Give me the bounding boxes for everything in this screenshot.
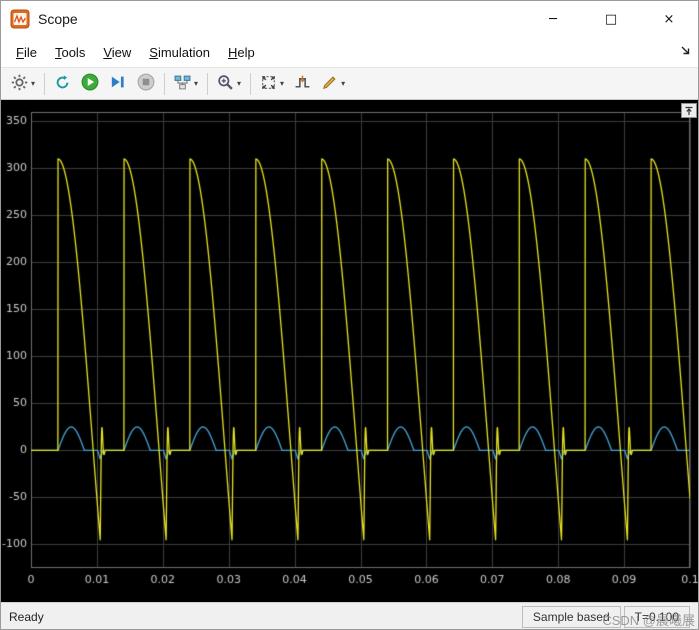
toolbar-separator — [250, 72, 252, 95]
chevron-down-icon: ▾ — [237, 79, 242, 88]
menu-tools-rest: ools — [61, 44, 86, 60]
chevron-down-icon: ▾ — [31, 79, 36, 88]
step-forward-button[interactable] — [104, 71, 132, 97]
chevron-down-icon: ▾ — [280, 79, 285, 88]
stop-button[interactable] — [132, 71, 160, 97]
circular-arrow-icon — [54, 74, 71, 94]
menu-tools[interactable]: Tools — [46, 40, 94, 65]
play-icon — [81, 73, 99, 94]
menu-help[interactable]: Help — [219, 40, 264, 65]
step-forward-icon — [109, 73, 127, 94]
window-controls: ─ □ × — [524, 1, 698, 37]
menu-file-rest: ile — [23, 44, 37, 60]
menu-simulation-key: S — [149, 44, 158, 60]
status-text: Ready — [9, 610, 44, 624]
settings-button[interactable]: ▾ — [6, 71, 40, 97]
flowchart-icon — [174, 74, 191, 94]
dock-arrow-icon[interactable] — [680, 45, 692, 60]
scope-app-icon — [10, 9, 30, 29]
toolbar-separator — [207, 72, 209, 95]
toolbar: ▾ ▾ ▾ ▾ ▾ — [1, 67, 698, 100]
chevron-down-icon: ▾ — [341, 79, 346, 88]
window-title: Scope — [38, 11, 78, 27]
simulation-time-indicator: T=0.100 — [623, 606, 690, 628]
menu-view-rest: iew — [111, 44, 132, 60]
expand-plot-button[interactable] — [681, 103, 697, 118]
menubar: File Tools View Simulation Help — [1, 37, 698, 67]
stepping-options-button[interactable] — [49, 71, 76, 97]
zoom-button[interactable]: ▾ — [212, 71, 246, 97]
fit-view-icon — [260, 74, 277, 94]
menu-view[interactable]: View — [94, 40, 140, 65]
trigger-button[interactable] — [289, 71, 316, 97]
minimize-button[interactable]: ─ — [524, 1, 582, 37]
stop-icon — [137, 73, 155, 94]
plot-area — [1, 100, 698, 602]
menu-simulation[interactable]: Simulation — [140, 40, 219, 65]
menu-simulation-rest: imulation — [157, 44, 210, 60]
toolbar-separator — [44, 72, 46, 95]
signal-selector-button[interactable]: ▾ — [169, 71, 203, 97]
measurements-button[interactable]: ▾ — [316, 71, 350, 97]
run-button[interactable] — [76, 71, 104, 97]
scope-window: Scope ─ □ × File Tools View Simulation H… — [0, 0, 699, 630]
menu-help-rest: elp — [237, 44, 255, 60]
gear-icon — [11, 74, 28, 94]
close-button[interactable]: × — [640, 1, 698, 37]
trigger-icon — [294, 74, 311, 94]
sample-mode-indicator: Sample based — [521, 606, 621, 628]
status-cells: Sample based T=0.100 — [521, 606, 690, 628]
scope-plot[interactable] — [1, 100, 698, 602]
menu-view-key: V — [103, 44, 112, 60]
statusbar: Ready Sample based T=0.100 CSDN @晨曦展 — [1, 602, 698, 629]
toolbar-separator — [164, 72, 166, 95]
menu-help-key: H — [227, 44, 238, 60]
chevron-down-icon: ▾ — [194, 79, 199, 88]
magnifier-icon — [217, 74, 234, 94]
pencil-icon — [321, 74, 338, 94]
menu-file-key: F — [16, 44, 24, 60]
menu-file[interactable]: File — [7, 40, 46, 65]
arrow-up-icon — [685, 106, 693, 115]
maximize-button[interactable]: □ — [582, 1, 640, 37]
titlebar: Scope ─ □ × — [1, 1, 698, 37]
fit-to-view-button[interactable]: ▾ — [255, 71, 289, 97]
